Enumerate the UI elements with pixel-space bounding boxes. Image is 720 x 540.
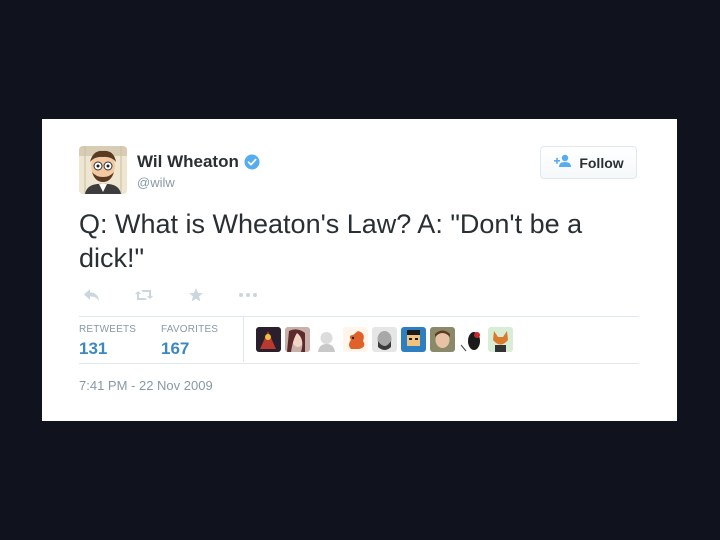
face-avatar-1[interactable] [256, 327, 281, 352]
face-avatar-5[interactable] [372, 327, 397, 352]
favorite-icon[interactable] [183, 286, 209, 304]
retweet-icon[interactable] [131, 286, 157, 304]
follow-icon [553, 154, 573, 171]
tweet-actions [79, 286, 261, 304]
avatar[interactable] [79, 146, 127, 194]
follow-button[interactable]: Follow [540, 146, 637, 179]
tweet-text: Q: What is Wheaton's Law? A: "Don't be a… [79, 209, 583, 273]
favoriters-avatars [256, 327, 513, 352]
retweets-count[interactable]: 131 [79, 339, 136, 359]
reply-icon[interactable] [79, 286, 105, 304]
author-name[interactable]: Wil Wheaton [137, 152, 260, 172]
face-avatar-7[interactable] [430, 327, 455, 352]
face-avatar-4[interactable] [343, 327, 368, 352]
face-avatar-3[interactable] [314, 327, 339, 352]
retweets-label: RETWEETS [79, 324, 137, 335]
more-icon[interactable] [235, 286, 261, 304]
stats-bottom-divider [79, 363, 639, 364]
favorites-count[interactable]: 167 [161, 339, 218, 359]
stats-vertical-divider [243, 317, 244, 362]
retweets-stat[interactable]: RETWEETS 131 [79, 324, 136, 359]
tweet-timestamp[interactable]: 7:41 PM - 22 Nov 2009 [79, 378, 213, 393]
verified-badge-icon [244, 154, 260, 170]
author-name-text[interactable]: Wil Wheaton [137, 152, 239, 172]
face-avatar-2[interactable] [285, 327, 310, 352]
follow-label: Follow [579, 154, 624, 171]
face-avatar-6[interactable] [401, 327, 426, 352]
favorites-stat[interactable]: FAVORITES 167 [161, 324, 218, 359]
face-avatar-9[interactable] [488, 327, 513, 352]
face-avatar-8[interactable] [459, 327, 484, 352]
favorites-label: FAVORITES [161, 324, 219, 335]
author-handle[interactable]: @wilw [137, 175, 175, 190]
stats-top-divider [79, 316, 639, 317]
tweet-card: Wil Wheaton @wilw Follow Q: What is Whea… [42, 119, 677, 421]
